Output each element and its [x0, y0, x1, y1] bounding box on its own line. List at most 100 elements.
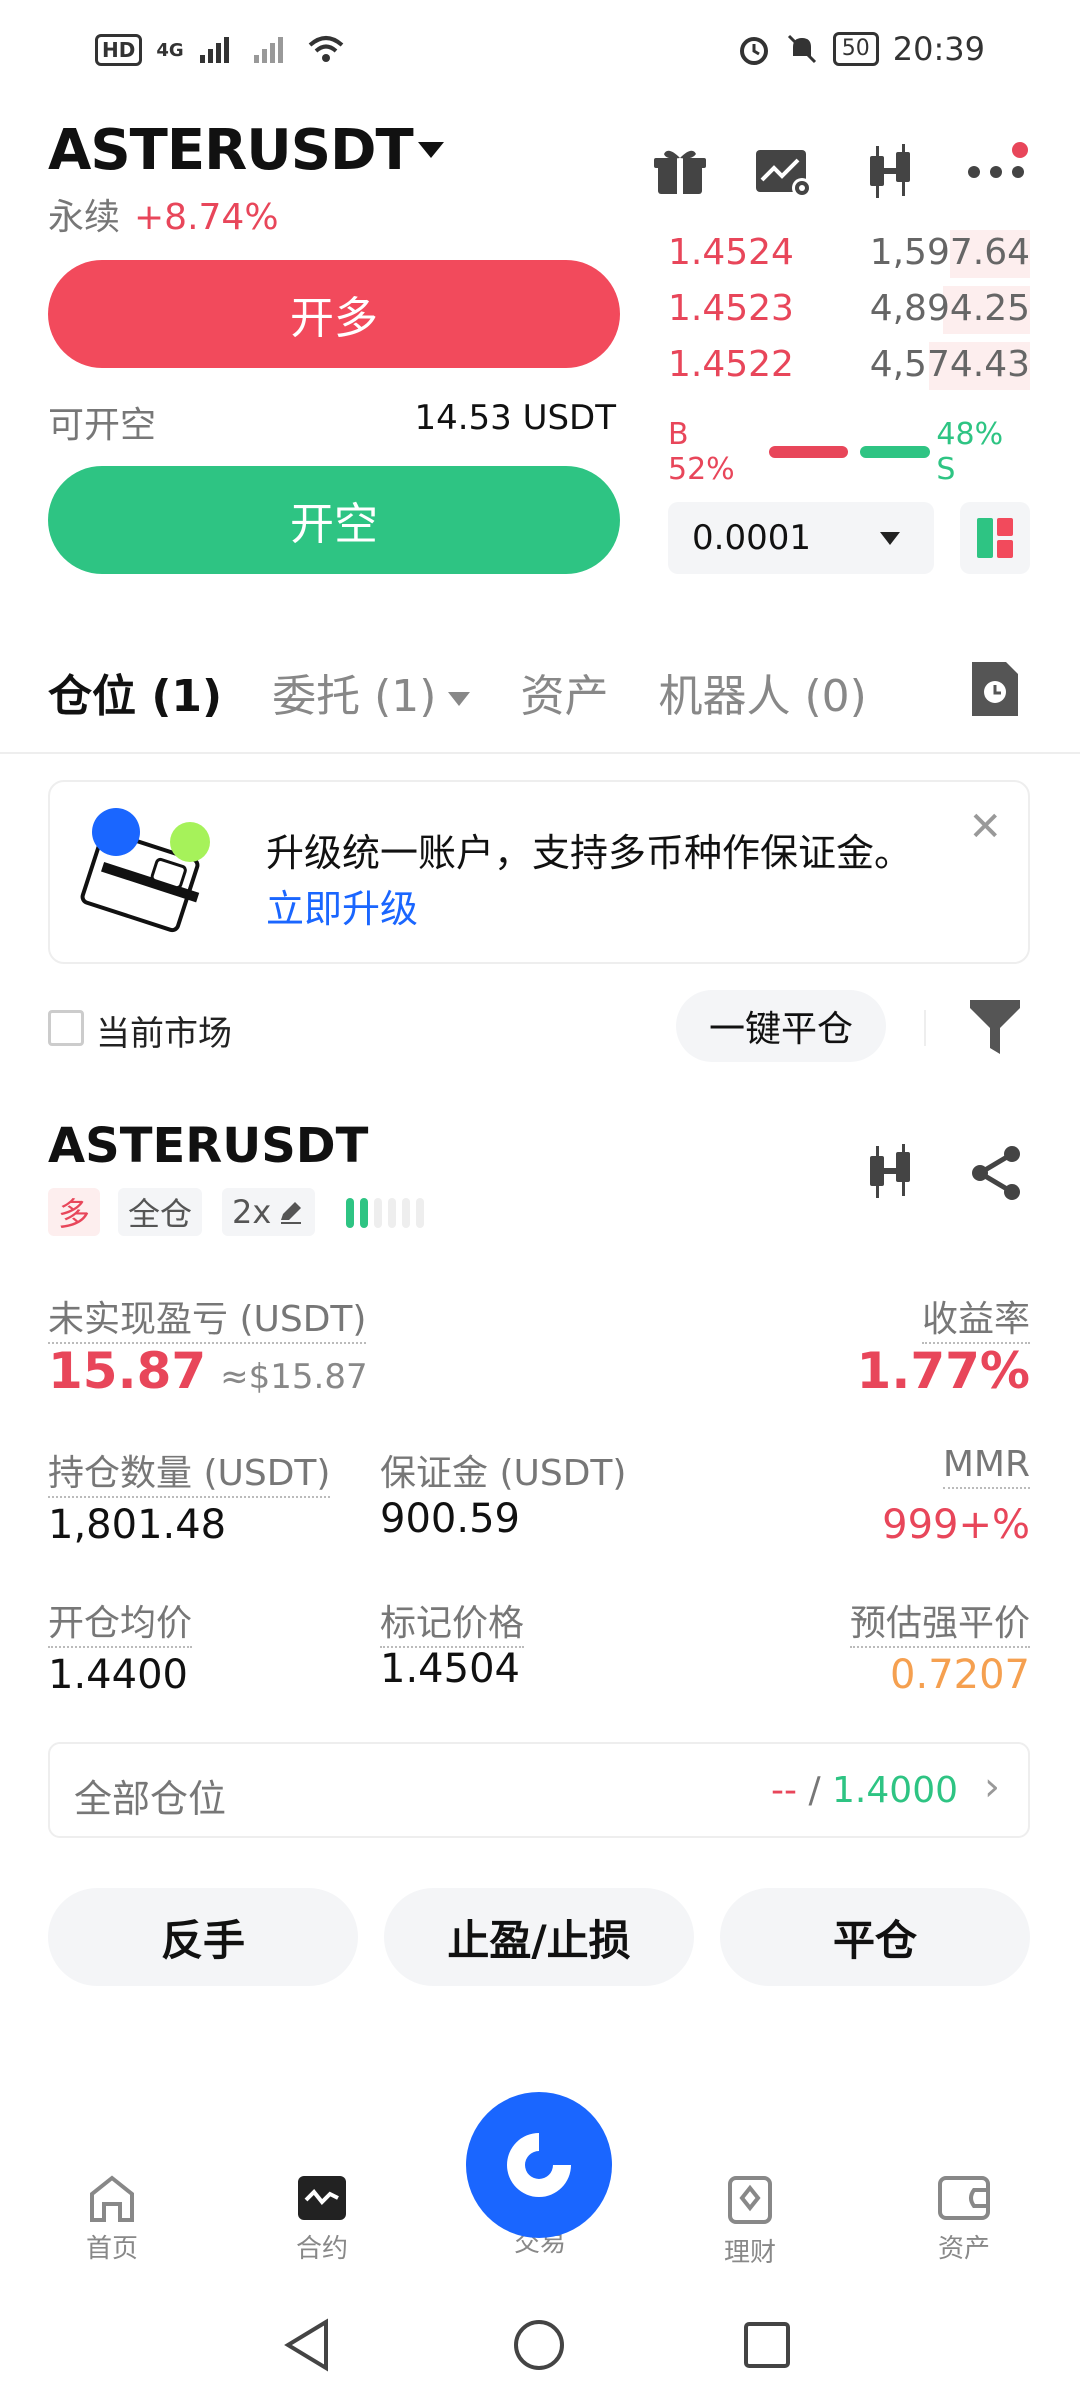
- current-market-checkbox[interactable]: [48, 1010, 84, 1046]
- mute-icon: [787, 34, 816, 64]
- finance-icon: [728, 2176, 772, 2224]
- mmr-label[interactable]: MMR: [942, 1444, 1030, 1489]
- chart-settings-icon[interactable]: [754, 148, 814, 200]
- upnl-approx: ≈$15.87: [220, 1357, 368, 1397]
- leverage-tag[interactable]: 2x: [222, 1188, 316, 1236]
- chevron-right-icon: ›: [984, 1764, 1000, 1810]
- nav-home[interactable]: 首页: [52, 2174, 172, 2265]
- status-bar: HD 4G 50 20:39: [0, 0, 1080, 100]
- all-positions-tpsl-row[interactable]: 全部仓位 -- / 1.4000 ›: [48, 1742, 1030, 1838]
- entry-label[interactable]: 开仓均价: [48, 1603, 193, 1648]
- close-all-button[interactable]: 一键平仓: [676, 990, 886, 1062]
- alarm-icon: [739, 37, 768, 65]
- trade-fab-button[interactable]: [466, 2092, 612, 2238]
- open-short-button[interactable]: 开空: [48, 466, 620, 574]
- roe-label[interactable]: 收益率: [921, 1299, 1030, 1344]
- mark-label-wrap: 标记价格: [380, 1594, 525, 1648]
- ask-qty: 1,597.64: [869, 232, 1030, 273]
- mark-label[interactable]: 标记价格: [380, 1603, 525, 1648]
- history-icon[interactable]: [970, 660, 1020, 718]
- nav-contract-label: 合约: [295, 2234, 348, 2264]
- upnl-value: 15.87: [48, 1342, 207, 1400]
- filter-icon[interactable]: [968, 998, 1022, 1056]
- upnl-values: 15.87 ≈$15.87: [48, 1342, 368, 1400]
- ask-row[interactable]: 1.4524 1,597.64: [668, 226, 1030, 280]
- sell-ratio-bar: [859, 446, 931, 458]
- pair-title[interactable]: ASTERUSDT: [48, 118, 414, 183]
- nav-finance[interactable]: 理财: [690, 2174, 810, 2269]
- buy-ratio-bar: [769, 446, 848, 458]
- close-position-button[interactable]: 平仓: [720, 1888, 1030, 1986]
- upnl-label[interactable]: 未实现盈亏 (USDT): [48, 1299, 367, 1344]
- tab-bots[interactable]: 机器人 (0): [658, 660, 866, 724]
- tab-orders-label: 委托 (1): [272, 671, 437, 722]
- risk-bar: [346, 1198, 354, 1228]
- liq-label[interactable]: 预估强平价: [849, 1603, 1030, 1648]
- side-tag: 多: [48, 1188, 101, 1236]
- margin-mode-tag: 全仓: [118, 1188, 203, 1236]
- status-left: HD 4G: [95, 34, 346, 66]
- ask-price: 1.4523: [668, 288, 794, 329]
- candlestick-icon[interactable]: [862, 1142, 918, 1202]
- clock: 20:39: [892, 30, 985, 68]
- tpsl-button[interactable]: 止盈/止损: [384, 1888, 694, 1986]
- candlestick-icon[interactable]: [862, 142, 918, 202]
- entry-label-wrap: 开仓均价: [48, 1594, 193, 1648]
- ask-qty: 4,894.25: [869, 288, 1030, 329]
- signal-icon: [199, 37, 229, 63]
- risk-bar: [360, 1198, 368, 1228]
- battery-icon: 50: [832, 32, 879, 66]
- position-symbol: ASTERUSDT: [48, 1118, 369, 1174]
- sell-ratio: 48% S: [936, 417, 1004, 487]
- size-label-wrap: 持仓数量 (USDT): [48, 1444, 331, 1498]
- risk-bar: [416, 1198, 424, 1228]
- open-long-button[interactable]: 开多: [48, 260, 620, 368]
- nav-assets[interactable]: 资产: [904, 2174, 1024, 2265]
- hd-icon: HD: [95, 34, 143, 66]
- orderbook-layout-button[interactable]: [960, 502, 1030, 574]
- wifi-icon: [308, 36, 343, 62]
- size-label[interactable]: 持仓数量 (USDT): [48, 1453, 331, 1498]
- close-icon[interactable]: ✕: [968, 804, 1002, 850]
- chevron-down-icon: [448, 692, 471, 706]
- nav-contract[interactable]: 合约: [262, 2174, 382, 2265]
- share-icon[interactable]: [968, 1144, 1024, 1202]
- buy-ratio: B 52%: [668, 417, 735, 487]
- risk-bar: [388, 1198, 396, 1228]
- home-icon: [90, 2175, 134, 2222]
- pair-dropdown-icon[interactable]: [418, 142, 444, 158]
- upgrade-promo-card[interactable]: 升级统一账户，支持多币种作保证金。 立即升级 ✕: [48, 780, 1030, 964]
- margin-label: 保证金 (USDT): [380, 1453, 627, 1494]
- available-value: 14.53 USDT: [414, 398, 616, 438]
- size-value: 1,801.48: [48, 1502, 227, 1548]
- recents-icon[interactable]: [742, 2320, 792, 2370]
- tab-orders[interactable]: 委托 (1): [272, 660, 471, 724]
- contract-icon: [298, 2176, 346, 2220]
- mmr-value: 999+%: [882, 1502, 1030, 1548]
- tab-assets[interactable]: 资产: [520, 660, 608, 724]
- mmr-label-wrap: MMR: [942, 1444, 1030, 1489]
- risk-bar: [374, 1198, 382, 1228]
- home-circle-icon[interactable]: [512, 2318, 566, 2372]
- position-tabs: 仓位 (1) 委托 (1) 资产 机器人 (0): [48, 660, 867, 724]
- upgrade-link[interactable]: 立即升级: [266, 878, 418, 933]
- tab-positions[interactable]: 仓位 (1): [48, 660, 222, 724]
- back-icon[interactable]: [282, 2318, 332, 2372]
- nav-home-label: 首页: [85, 2234, 138, 2264]
- layout-icon: [977, 518, 1013, 558]
- upnl-block: 未实现盈亏 (USDT): [48, 1290, 367, 1344]
- more-icon[interactable]: [966, 164, 1026, 180]
- system-nav: [0, 2290, 1080, 2400]
- reverse-button[interactable]: 反手: [48, 1888, 358, 1986]
- roe-value: 1.77%: [856, 1342, 1030, 1400]
- trade-logo-icon: [507, 2133, 571, 2197]
- network-label: 4G: [156, 39, 184, 61]
- ask-row[interactable]: 1.4522 4,574.43: [668, 338, 1030, 392]
- risk-indicator: [346, 1198, 424, 1228]
- mark-value: 1.4504: [380, 1646, 520, 1692]
- liq-label-wrap: 预估强平价: [849, 1594, 1030, 1648]
- ask-row[interactable]: 1.4523 4,894.25: [668, 282, 1030, 336]
- assets-icon: [938, 2176, 990, 2220]
- risk-bar: [402, 1198, 410, 1228]
- gift-icon[interactable]: [652, 144, 708, 200]
